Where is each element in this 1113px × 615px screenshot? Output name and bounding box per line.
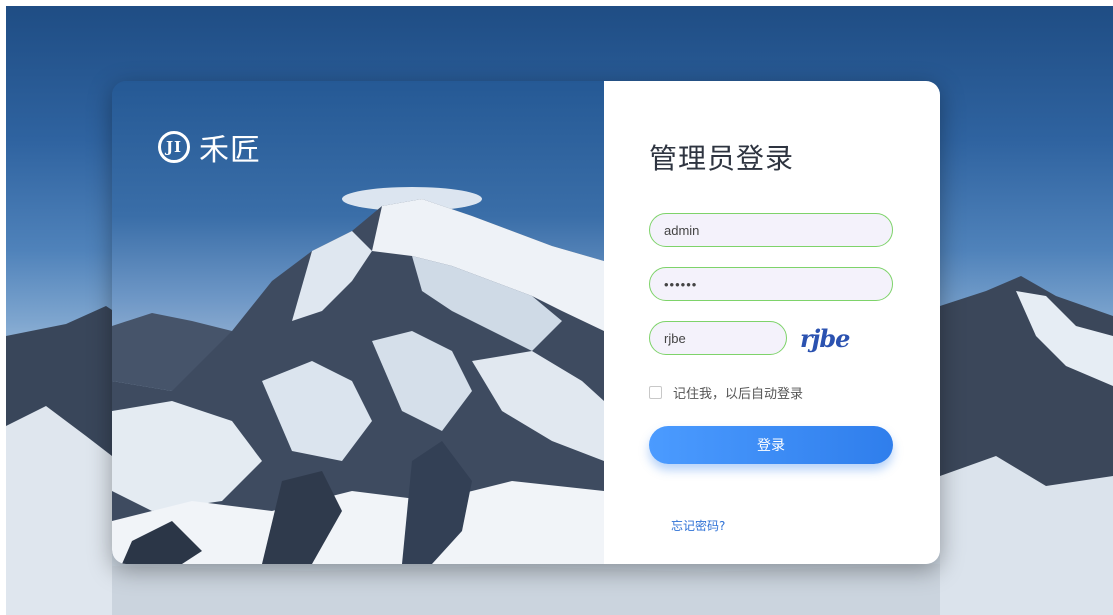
captcha-image[interactable]: rjbe <box>800 327 850 351</box>
forgot-password-link[interactable]: 忘记密码? <box>671 517 725 534</box>
brand-name: 禾匠 <box>199 133 261 168</box>
password-input[interactable] <box>649 267 893 301</box>
remember-me[interactable]: 记住我，以后自动登录 <box>649 383 803 402</box>
logo-icon: JI <box>158 131 190 163</box>
captcha-input[interactable] <box>649 321 787 355</box>
page-background: JI 禾匠 管理员登录 rjbe 记住我，以后自动登录 登录 忘记密码? <box>6 6 1113 615</box>
brand-logo: JI 禾匠 <box>158 125 261 169</box>
login-button[interactable]: 登录 <box>649 426 893 464</box>
login-card: JI 禾匠 管理员登录 rjbe 记住我，以后自动登录 登录 忘记密码? <box>112 81 940 564</box>
remember-label: 记住我，以后自动登录 <box>673 387 804 402</box>
remember-checkbox[interactable] <box>649 386 662 399</box>
page-title: 管理员登录 <box>649 142 795 175</box>
username-input[interactable] <box>649 213 893 247</box>
login-panel: 管理员登录 rjbe 记住我，以后自动登录 登录 忘记密码? <box>604 81 940 564</box>
hero-panel: JI 禾匠 <box>112 81 604 564</box>
